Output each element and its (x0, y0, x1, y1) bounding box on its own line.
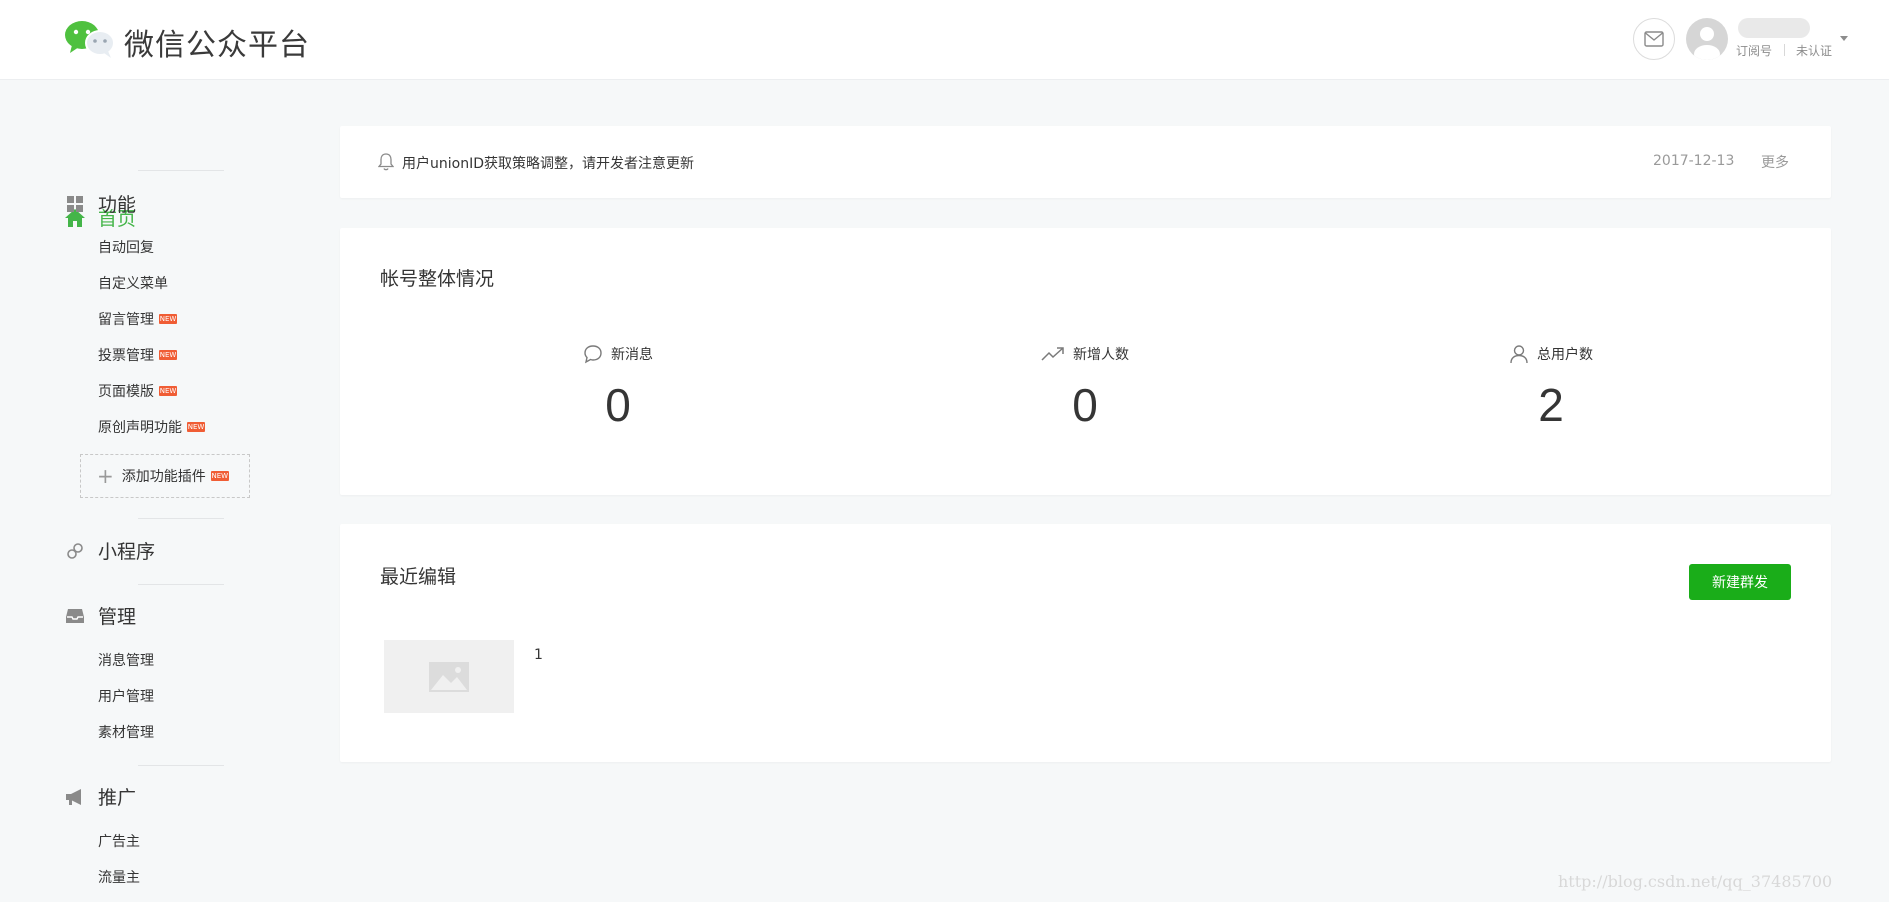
recent-title: 最近编辑 (380, 566, 457, 588)
sidebar-item-promote[interactable]: 推广 (64, 783, 136, 810)
sidebar-item-label: 原创声明功能 (98, 420, 182, 436)
watermark: http://blog.csdn.net/qq_37485700 (1558, 872, 1833, 891)
inbox-icon (64, 605, 86, 627)
new-badge: NEW (210, 471, 229, 481)
sidebar-item-label: 留言管理 (98, 312, 154, 328)
megaphone-icon (64, 786, 86, 808)
sidebar: 首页 功能 自动回复 自定义菜单 留言管理 NEW 投票管理 NEW 页面模版 NEW… (0, 80, 300, 902)
sidebar-item-label: 流量主 (98, 870, 140, 886)
sidebar-item-advertiser[interactable]: 广告主 (98, 831, 140, 851)
grid-icon (64, 193, 86, 215)
sidebar-item-miniprogram-label: 小程序 (98, 541, 156, 563)
sidebar-item-label: 消息管理 (98, 653, 154, 669)
bell-icon (377, 153, 395, 175)
sidebar-item-publisher[interactable]: 流量主 (98, 867, 140, 887)
sidebar-item-miniprogram[interactable]: 小程序 (64, 537, 155, 564)
link-icon (64, 540, 86, 562)
sidebar-item-original-claim[interactable]: 原创声明功能 NEW (98, 417, 205, 437)
account-type: 订阅号 (1736, 44, 1773, 58)
sidebar-item-label: 页面模版 (98, 384, 154, 400)
sidebar-item-users[interactable]: 用户管理 (98, 686, 154, 706)
user-icon (1509, 344, 1529, 364)
sidebar-item-label: 素材管理 (98, 725, 154, 741)
sidebar-item-page-template[interactable]: 页面模版 NEW (98, 381, 177, 401)
recent-edits-card: 最近编辑 新建群发 1 (340, 524, 1831, 762)
notice-date: 2017-12-13 (1653, 153, 1735, 169)
sidebar-item-manage-label: 管理 (98, 606, 137, 628)
new-badge: NEW (159, 350, 177, 360)
mail-button[interactable] (1633, 18, 1675, 60)
envelope-icon (1644, 31, 1664, 47)
overview-title: 帐号整体情况 (380, 268, 495, 290)
sidebar-item-function[interactable]: 功能 (64, 190, 136, 217)
sidebar-item-custom-menu[interactable]: 自定义菜单 (98, 273, 168, 293)
sidebar-item-label: 广告主 (98, 834, 140, 850)
notice-more-link[interactable]: 更多 (1761, 152, 1789, 172)
sidebar-item-label: 用户管理 (98, 689, 154, 705)
brand-title[interactable]: 微信公众平台 (124, 20, 310, 64)
sidebar-item-label: 自动回复 (98, 240, 154, 256)
new-broadcast-button[interactable]: 新建群发 (1689, 564, 1791, 600)
sidebar-item-comments[interactable]: 留言管理 NEW (98, 309, 177, 329)
account-separator (1784, 44, 1785, 56)
account-overview-card: 帐号整体情况 新消息 0 新增人数 0 总用户数 2 (340, 228, 1831, 495)
stat-value: 0 (605, 379, 631, 431)
account-status: 未认证 (1796, 44, 1833, 58)
top-header: 微信公众平台 订阅号 未认证 (0, 0, 1889, 80)
add-plugin-button[interactable]: + 添加功能插件 NEW (80, 454, 250, 498)
sidebar-divider (138, 518, 224, 519)
image-placeholder-icon (429, 661, 469, 692)
sidebar-item-auto-reply[interactable]: 自动回复 (98, 237, 154, 257)
sidebar-item-label: 自定义菜单 (98, 276, 168, 292)
new-badge: NEW (159, 314, 177, 324)
stat-value: 0 (1072, 379, 1098, 431)
wechat-logo-icon[interactable] (64, 19, 116, 59)
stat-label: 新消息 (611, 347, 653, 363)
recent-item-title[interactable]: 1 (534, 647, 543, 663)
new-badge: NEW (159, 386, 177, 396)
chevron-down-icon[interactable] (1840, 36, 1848, 41)
notice-card: 用户unionID获取策略调整，请开发者注意更新 2017-12-13 更多 (340, 126, 1831, 198)
sidebar-divider (138, 170, 224, 171)
notice-text[interactable]: 用户unionID获取策略调整，请开发者注意更新 (402, 153, 694, 173)
sidebar-item-manage[interactable]: 管理 (64, 602, 136, 629)
recent-item-thumbnail[interactable] (384, 640, 514, 713)
sidebar-item-promote-label: 推广 (98, 787, 137, 809)
sidebar-item-function-label: 功能 (98, 194, 137, 216)
stat-new-messages[interactable]: 新消息 0 (468, 344, 768, 432)
new-badge: NEW (187, 422, 205, 432)
sidebar-item-materials[interactable]: 素材管理 (98, 722, 154, 742)
avatar[interactable] (1686, 18, 1728, 60)
sidebar-item-vote[interactable]: 投票管理 NEW (98, 345, 177, 365)
add-plugin-label: 添加功能插件 (121, 469, 206, 485)
stat-label: 新增人数 (1073, 347, 1129, 363)
stat-label: 总用户数 (1537, 347, 1593, 363)
sidebar-divider (138, 584, 224, 585)
stat-new-followers[interactable]: 新增人数 0 (935, 344, 1235, 432)
stat-total-users[interactable]: 总用户数 2 (1401, 344, 1701, 432)
sidebar-divider (138, 765, 224, 766)
account-name-blurred[interactable] (1738, 18, 1810, 38)
stat-value: 2 (1538, 379, 1564, 431)
plus-icon: + (97, 464, 114, 488)
trend-up-icon (1041, 346, 1065, 362)
chat-bubble-icon (583, 344, 603, 364)
sidebar-item-messages[interactable]: 消息管理 (98, 650, 154, 670)
sidebar-item-label: 投票管理 (98, 348, 154, 364)
